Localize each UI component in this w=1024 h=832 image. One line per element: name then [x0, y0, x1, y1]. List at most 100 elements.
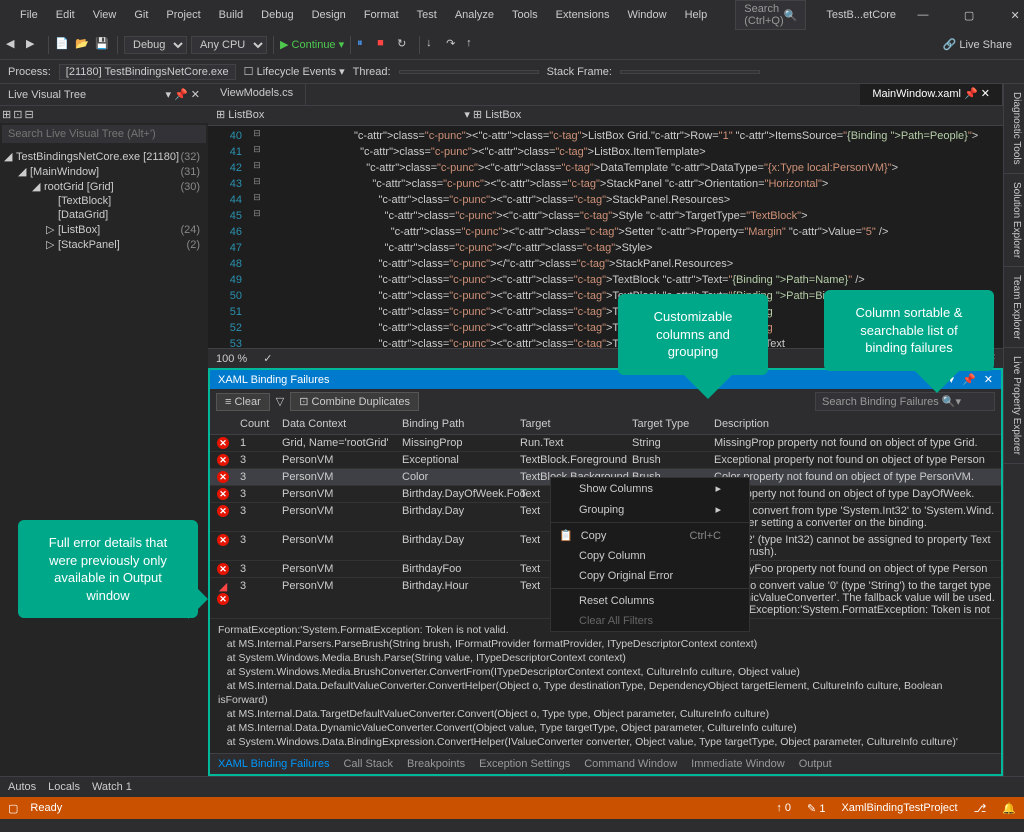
lvt-tool-icon[interactable]: ⊞ [2, 108, 11, 121]
ctx-reset-columns[interactable]: Reset Columns [551, 591, 749, 611]
pin-icon[interactable]: 📌 [964, 88, 978, 100]
rail-tab[interactable]: Team Explorer [1004, 267, 1024, 348]
minimize-button[interactable]: — [908, 9, 938, 21]
maximize-button[interactable]: ▢ [954, 9, 984, 22]
tree-row[interactable]: ◢TestBindingsNetCore.exe [21180](32) [0, 149, 208, 164]
document-tabs: ViewModels.cs MainWindow.xaml 📌 ✕ [208, 84, 1003, 106]
menu-extensions[interactable]: Extensions [548, 7, 618, 23]
lvt-tool-icon[interactable]: ⊟ [24, 108, 33, 121]
menu-tools[interactable]: Tools [504, 7, 546, 23]
forward-icon[interactable]: ▶ [26, 37, 42, 53]
notifications-icon[interactable]: 🔔 [1002, 802, 1016, 815]
stackframe-selector[interactable] [620, 70, 760, 74]
lvt-tool-icon[interactable]: ⊡ [13, 108, 22, 121]
menu-help[interactable]: Help [677, 7, 716, 23]
close-icon[interactable]: ✕ [984, 373, 993, 386]
close-button[interactable]: ✕ [1000, 9, 1024, 22]
debug-tab[interactable]: Watch 1 [92, 781, 132, 793]
clear-button[interactable]: ≡ Clear [216, 393, 270, 411]
callout-sortable: Column sortable & searchable list of bin… [824, 290, 994, 371]
combine-duplicates-button[interactable]: ⊡ Combine Duplicates [290, 392, 419, 411]
pause-icon[interactable]: ⏸ [357, 37, 373, 53]
stackframe-label: Stack Frame: [547, 66, 612, 78]
main-menu: FileEditViewGitProjectBuildDebugDesignFo… [12, 7, 715, 23]
tree-row[interactable]: [TextBlock] [0, 194, 208, 208]
ctx-copy[interactable]: 📋CopyCtrl+C [551, 525, 749, 546]
process-selector[interactable]: [21180] TestBindingsNetCore.exe [59, 64, 236, 80]
output-tab[interactable]: XAML Binding Failures [218, 758, 329, 770]
platform-dropdown[interactable]: Any CPU [191, 36, 267, 54]
callout-columns: Customizable columns and grouping [618, 294, 768, 375]
open-icon[interactable]: 📂 [75, 37, 91, 53]
menu-build[interactable]: Build [211, 7, 251, 23]
live-share-button[interactable]: 🔗 Live Share [937, 36, 1018, 53]
lifecycle-dropdown[interactable]: ☐ Lifecycle Events ▾ [244, 65, 345, 78]
ctx-copy-column[interactable]: Copy Column [551, 546, 749, 566]
doc-tab-active[interactable]: MainWindow.xaml 📌 ✕ [860, 84, 1003, 105]
debug-tab[interactable]: Locals [48, 781, 80, 793]
menu-git[interactable]: Git [126, 7, 156, 23]
grid-header[interactable]: Count Data Context Binding Path Target T… [210, 414, 1001, 435]
menu-window[interactable]: Window [619, 7, 674, 23]
tree-row[interactable]: ▷[ListBox](24) [0, 222, 208, 237]
output-tab[interactable]: Output [799, 758, 832, 770]
debug-tab[interactable]: Autos [8, 781, 36, 793]
rail-tab[interactable]: Live Property Explorer [1004, 348, 1024, 464]
menu-analyze[interactable]: Analyze [447, 7, 502, 23]
pin-icon[interactable]: ▾ 📌 ✕ [165, 88, 200, 101]
stop-icon[interactable]: ■ [377, 37, 393, 53]
step-out-icon[interactable]: ↑ [466, 37, 482, 53]
search-icon: 🔍 [784, 9, 798, 22]
output-tab[interactable]: Exception Settings [479, 758, 570, 770]
filter-icon[interactable]: ▽ [276, 395, 284, 408]
menu-debug[interactable]: Debug [253, 7, 301, 23]
output-tab[interactable]: Call Stack [343, 758, 393, 770]
xaml-binding-failures-panel: XAML Binding Failures ▾📌✕ ≡ Clear ▽ ⊡ Co… [208, 368, 1003, 776]
save-icon[interactable]: 💾 [95, 37, 111, 53]
menu-file[interactable]: File [12, 7, 46, 23]
tree-row[interactable]: [DataGrid] [0, 208, 208, 222]
tree-row[interactable]: ▷[StackPanel](2) [0, 237, 208, 252]
rail-tab[interactable]: Solution Explorer [1004, 174, 1024, 267]
new-icon[interactable]: 📄 [55, 37, 71, 53]
status-bar: ▢ Ready ↑ 0 ✎ 1 XamlBindingTestProject ⎇… [0, 797, 1024, 819]
menu-design[interactable]: Design [304, 7, 354, 23]
binding-row[interactable]: ✕1Grid, Name='rootGrid'MissingPropRun.Te… [210, 435, 1001, 452]
menu-edit[interactable]: Edit [48, 7, 83, 23]
rail-tab[interactable]: Diagnostic Tools [1004, 84, 1024, 174]
binding-search[interactable]: Search Binding Failures 🔍▾ [815, 392, 995, 411]
menu-project[interactable]: Project [158, 7, 208, 23]
menu-test[interactable]: Test [409, 7, 445, 23]
thread-selector[interactable] [399, 70, 539, 74]
back-icon[interactable]: ◀ [6, 37, 22, 53]
output-tab[interactable]: Command Window [584, 758, 677, 770]
ctx-grouping[interactable]: Grouping [551, 499, 749, 520]
menu-format[interactable]: Format [356, 7, 407, 23]
pencil-icon[interactable]: ✎ 1 [807, 802, 825, 815]
solution-name[interactable]: TestB...etCore [814, 7, 908, 23]
tree-row[interactable]: ◢[MainWindow](31) [0, 164, 208, 179]
ctx-copy-original[interactable]: Copy Original Error [551, 566, 749, 586]
source-control-icon[interactable]: ⎇ [974, 802, 987, 815]
menu-view[interactable]: View [85, 7, 125, 23]
doc-tab[interactable]: ViewModels.cs [208, 84, 306, 105]
continue-button[interactable]: ▶ Continue ▾ [280, 38, 344, 51]
zoom-level[interactable]: 100 % [216, 353, 247, 365]
config-dropdown[interactable]: Debug [124, 36, 187, 54]
tree-row[interactable]: ◢rootGrid [Grid](30) [0, 179, 208, 194]
up-arrow-icon[interactable]: ↑ 0 [776, 802, 791, 814]
step-over-icon[interactable]: ↷ [446, 37, 462, 53]
lvt-search[interactable] [2, 125, 206, 143]
project-name[interactable]: XamlBindingTestProject [841, 802, 957, 814]
ctx-show-columns[interactable]: Show Columns [551, 478, 749, 499]
output-tab[interactable]: Breakpoints [407, 758, 465, 770]
panel-header: Live Visual Tree ▾ 📌 ✕ [0, 84, 208, 106]
binding-row[interactable]: ✕3PersonVMExceptionalTextBlock.Foregroun… [210, 452, 1001, 469]
step-into-icon[interactable]: ↓ [426, 37, 442, 53]
visual-tree: ◢TestBindingsNetCore.exe [21180](32)◢[Ma… [0, 145, 208, 256]
restart-icon[interactable]: ↻ [397, 37, 413, 53]
debug-location-toolbar: Process: [21180] TestBindingsNetCore.exe… [0, 60, 1024, 84]
quick-search[interactable]: Search (Ctrl+Q)🔍 [735, 0, 806, 30]
output-tab[interactable]: Immediate Window [691, 758, 785, 770]
code-breadcrumb[interactable]: ⊞ ListBox ▾ ⊞ ListBox [208, 106, 1003, 126]
